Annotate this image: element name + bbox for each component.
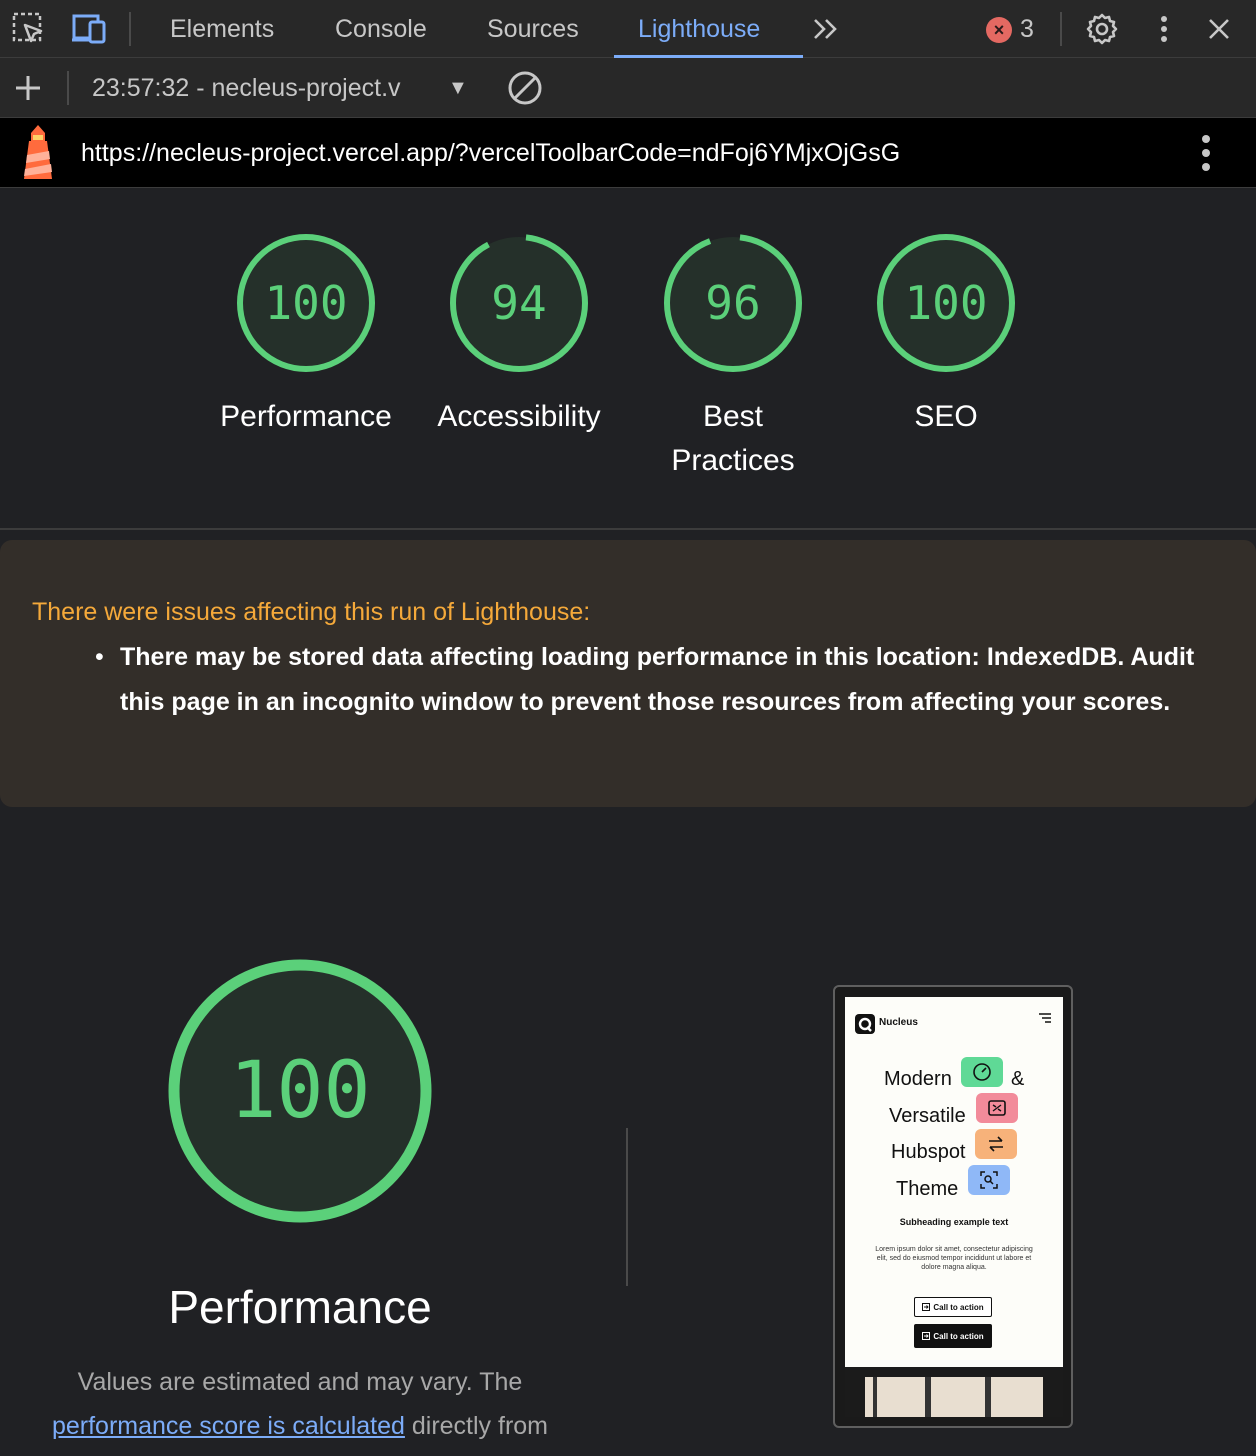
devtools-tabbar: Elements Console Sources Lighthouse × 3 [0, 0, 1256, 58]
best-practices-gauge[interactable]: 96 [661, 231, 805, 375]
hero-ampersand: & [1011, 1068, 1025, 1090]
report-url[interactable]: https://necleus-project.vercel.app/?verc… [81, 118, 900, 188]
hero-word-hubspot: Hubspot [891, 1141, 966, 1163]
swap-chip-icon [975, 1129, 1017, 1159]
speed-chip-icon [961, 1057, 1003, 1087]
brand-name: Nucleus [879, 1017, 918, 1028]
hamburger-menu-icon [1037, 1011, 1053, 1029]
photo-frame-bar [873, 1377, 877, 1417]
performance-score: 100 [264, 276, 347, 330]
performance-description: Values are estimated and may vary. The p… [20, 1360, 580, 1448]
body-text: Lorem ipsum dolor sit amet, consectetur … [875, 1246, 1033, 1271]
close-icon[interactable] [1200, 0, 1238, 58]
shuffle-chip-icon [976, 1093, 1018, 1123]
desc-before: Values are estimated and may vary. The [77, 1368, 523, 1396]
more-options-icon[interactable] [1146, 0, 1182, 58]
best-practices-score: 96 [705, 276, 760, 330]
photo-frame-bar [985, 1377, 991, 1417]
performance-label[interactable]: Performance [206, 395, 406, 439]
warning-bullet: • [95, 643, 104, 671]
chevron-down-icon[interactable]: ▼ [448, 58, 468, 118]
scan-chip-icon [968, 1165, 1010, 1195]
report-url-bar: https://necleus-project.vercel.app/?verc… [0, 118, 1256, 188]
cta-outline-button: Call to action [914, 1297, 992, 1317]
tab-elements[interactable]: Elements [170, 0, 274, 58]
photo-frame-bar [925, 1377, 931, 1417]
accessibility-gauge[interactable]: 94 [447, 231, 591, 375]
performance-large-score: 100 [230, 1046, 371, 1136]
seo-label[interactable]: SEO [846, 395, 1046, 439]
tab-sources[interactable]: Sources [487, 0, 579, 58]
error-icon[interactable]: × [986, 17, 1012, 43]
lighthouse-logo-icon [18, 122, 58, 182]
hero-word-versatile: Versatile [889, 1105, 966, 1127]
subheading-text: Subheading example text [899, 1217, 1009, 1227]
desc-after: directly from [404, 1412, 549, 1440]
performance-section-title: Performance [168, 1281, 432, 1333]
toolbar-separator [67, 71, 69, 105]
lighthouse-toolbar: 23:57:32 - necleus-project.v ▼ [0, 58, 1256, 118]
new-report-plus-icon[interactable] [10, 58, 46, 118]
inspect-element-icon[interactable] [8, 0, 50, 58]
accessibility-label[interactable]: Accessibility [419, 395, 619, 439]
settings-gear-icon[interactable] [1082, 0, 1122, 58]
clear-reports-icon[interactable] [504, 58, 546, 118]
hero-word-theme: Theme [896, 1178, 959, 1200]
screenshot-photo [865, 1377, 1043, 1417]
vertical-divider [626, 1128, 628, 1286]
performance-score-link[interactable]: performance score is calculated [52, 1412, 405, 1440]
hero-word-modern: Modern [884, 1068, 952, 1090]
screenshot-page: Nucleus Modern & Versatile Hubspot Theme… [845, 997, 1063, 1367]
best-practices-label-line1: Best [702, 400, 764, 433]
tab-lighthouse[interactable]: Lighthouse [638, 0, 760, 58]
nucleus-logo-icon [855, 1014, 875, 1034]
best-practices-label-line2: Practices [671, 444, 795, 477]
tab-console[interactable]: Console [335, 0, 427, 58]
device-toolbar-icon[interactable] [68, 0, 112, 58]
error-count[interactable]: 3 [1020, 0, 1034, 58]
warning-item: There may be stored data affecting loadi… [120, 643, 1195, 716]
performance-gauge[interactable]: 100 [234, 231, 378, 375]
cta-outline-label: Call to action [933, 1302, 984, 1312]
seo-score: 100 [904, 276, 987, 330]
final-screenshot[interactable]: Nucleus Modern & Versatile Hubspot Theme… [833, 985, 1073, 1428]
tabbar-separator-right [1060, 12, 1062, 46]
cta-solid-label: Call to action [933, 1331, 984, 1341]
cta-solid-button: Call to action [914, 1324, 992, 1348]
screenshot-image-strip [845, 1367, 1063, 1417]
accessibility-score: 94 [491, 276, 546, 330]
seo-gauge[interactable]: 100 [874, 231, 1018, 375]
report-menu-icon[interactable] [1188, 118, 1224, 188]
performance-large-gauge: 100 [168, 959, 432, 1223]
run-warnings-box: There were issues affecting this run of … [0, 540, 1256, 807]
best-practices-label[interactable]: Best Practices [633, 395, 833, 483]
tabbar-separator [129, 12, 131, 46]
warnings-title: There were issues affecting this run of … [32, 598, 591, 626]
more-tabs-chevron-icon[interactable] [806, 0, 846, 58]
section-divider [0, 528, 1256, 530]
report-selector[interactable]: 23:57:32 - necleus-project.v [92, 58, 448, 118]
